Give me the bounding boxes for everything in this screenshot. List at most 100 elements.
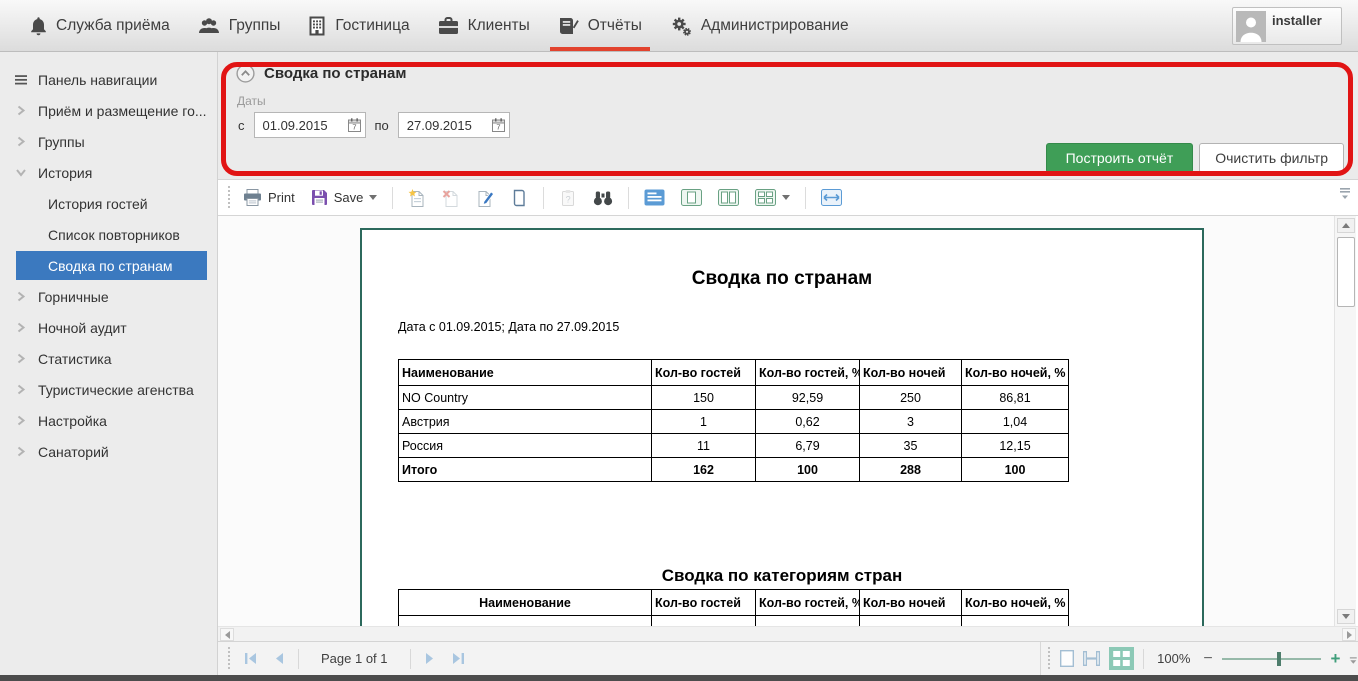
page-width-button[interactable] (817, 186, 846, 209)
add-page-button[interactable] (404, 186, 430, 210)
sidebar-item-housekeeping[interactable]: Горничные (0, 281, 217, 312)
nav-tab-reports[interactable]: Отчёты (544, 0, 656, 51)
nav-tab-label: Служба приёма (56, 17, 170, 35)
print-button[interactable]: Print (239, 186, 299, 209)
hamburger-icon (15, 74, 27, 86)
print-label: Print (268, 190, 295, 205)
view-many-pages-button[interactable] (751, 186, 794, 209)
table-total-row: Итого 162 100 288 100 (399, 458, 1069, 482)
sidebar-item-label: История (38, 165, 92, 181)
clipboard-help-button[interactable]: ? (555, 186, 581, 210)
report-filter-panel: Сводка по странам Даты с 7 по 7 Построит… (218, 52, 1358, 179)
edit-page-button[interactable] (472, 186, 498, 210)
nav-tab-groups[interactable]: Группы (184, 0, 295, 51)
calendar-icon[interactable]: 7 (492, 118, 505, 132)
sidebar-item-history[interactable]: История (0, 157, 217, 188)
collapse-panel-button[interactable] (236, 64, 255, 83)
chevron-right-icon (15, 321, 27, 334)
column-header: Кол-во гостей (652, 590, 756, 616)
view-two-pages-button[interactable] (714, 186, 743, 209)
user-menu-button[interactable]: installer (1232, 7, 1342, 45)
sidebar-item-reception-accommodation[interactable]: Приём и размещение го... (0, 95, 217, 126)
sidebar-item-night-audit[interactable]: Ночной аудит (0, 312, 217, 343)
single-page-icon (1060, 650, 1074, 667)
first-page-button[interactable] (241, 651, 261, 666)
caret-down-icon (782, 195, 790, 200)
toolbar-overflow-button[interactable] (1338, 186, 1352, 205)
zoom-slider-handle[interactable] (1277, 652, 1281, 666)
pager-drag-handle[interactable] (226, 647, 231, 671)
sidebar-item-sanatorium[interactable]: Санаторий (0, 436, 217, 467)
table-cell: 11 (652, 434, 756, 458)
binoculars-icon (593, 190, 613, 206)
save-button[interactable]: Save (307, 186, 382, 209)
avatar (1236, 11, 1266, 42)
nav-tab-reception[interactable]: Служба приёма (16, 0, 184, 51)
nav-tab-hotel[interactable]: Гостиница (294, 0, 423, 51)
sidebar-item-groups[interactable]: Группы (0, 126, 217, 157)
zoom-page-width-button[interactable] (1083, 651, 1100, 666)
table-header-row: Наименование Кол-во гостей Кол-во гостей… (399, 590, 1069, 616)
table-cell: 0,62 (756, 410, 860, 434)
view-single-page-button[interactable] (640, 186, 669, 209)
page-width-fit-icon (1083, 651, 1100, 666)
nav-tab-clients[interactable]: Клиенты (424, 0, 544, 51)
previous-page-button[interactable] (271, 651, 288, 666)
vertical-scrollbar[interactable] (1334, 216, 1356, 626)
sidebar-item-settings[interactable]: Настройка (0, 405, 217, 436)
scroll-left-button[interactable] (220, 628, 234, 641)
toolbar-separator (805, 187, 806, 209)
sidebar-item-travel-agencies[interactable]: Туристические агенства (0, 374, 217, 405)
statusbar-separator (1143, 649, 1144, 669)
zoom-in-button[interactable]: + (1330, 654, 1340, 664)
scroll-down-button[interactable] (1337, 609, 1355, 624)
table-row: NO Country 150 92,59 250 86,81 (399, 386, 1069, 410)
sidebar-item-country-summary[interactable]: Сводка по странам (16, 251, 207, 280)
zoom-drag-handle[interactable] (1047, 647, 1051, 671)
nav-tab-label: Группы (229, 17, 281, 35)
vertical-scroll-thumb[interactable] (1337, 237, 1355, 307)
multi-page-grid-icon (1109, 647, 1134, 670)
printer-icon (243, 189, 262, 206)
toolbar-separator (543, 187, 544, 209)
build-report-button[interactable]: Построить отчёт (1046, 143, 1194, 173)
sidebar-item-label: Приём и размещение го... (38, 103, 207, 119)
toolbar-separator (392, 187, 393, 209)
table-cell: 1 (652, 410, 756, 434)
sidebar-item-statistics[interactable]: Статистика (0, 343, 217, 374)
toolbar-separator (628, 187, 629, 209)
table-cell (399, 616, 652, 627)
calendar-icon[interactable]: 7 (348, 118, 361, 132)
sidebar-item-guest-history[interactable]: История гостей (0, 188, 217, 219)
nav-tab-administration[interactable]: Администрирование (656, 0, 863, 51)
page-setup-button[interactable] (506, 186, 532, 210)
sidebar-item-label: Туристические агенства (38, 382, 194, 398)
clear-filter-button[interactable]: Очистить фильтр (1199, 143, 1344, 173)
svg-text:7: 7 (496, 123, 500, 132)
view-whole-page-button[interactable] (677, 186, 706, 209)
zoom-single-page-button[interactable] (1060, 650, 1074, 667)
horizontal-scrollbar[interactable] (218, 626, 1358, 641)
single-page-view-icon (644, 189, 665, 206)
column-header: Кол-во ночей (860, 360, 962, 386)
zoom-multi-page-button[interactable] (1109, 647, 1134, 670)
scroll-corner-spinner[interactable] (1349, 651, 1358, 667)
toolbar-drag-handle[interactable] (226, 186, 231, 210)
table-cell: Россия (399, 434, 652, 458)
last-page-button[interactable] (448, 651, 468, 666)
report-preview-area[interactable]: Сводка по странам Дата с 01.09.2015; Дат… (218, 216, 1334, 626)
zoom-controls: 100% − + (1040, 642, 1358, 675)
table-cell: 6,79 (756, 434, 860, 458)
sidebar-item-repeat-guests[interactable]: Список повторников (0, 219, 217, 250)
scroll-up-button[interactable] (1337, 218, 1355, 233)
find-button[interactable] (589, 187, 617, 209)
page-indicator: Page 1 of 1 (309, 651, 400, 666)
zoom-slider[interactable] (1222, 651, 1322, 667)
zoom-out-button[interactable]: − (1203, 654, 1212, 664)
scroll-right-button[interactable] (1342, 628, 1356, 641)
sidebar-header-navigation-panel[interactable]: Панель навигации (0, 64, 217, 95)
column-header: Кол-во ночей (860, 590, 962, 616)
top-navigation-bar: Служба приёма Группы Гостиница Клиенты О… (0, 0, 1358, 52)
delete-page-button[interactable] (438, 186, 464, 210)
next-page-button[interactable] (421, 651, 438, 666)
